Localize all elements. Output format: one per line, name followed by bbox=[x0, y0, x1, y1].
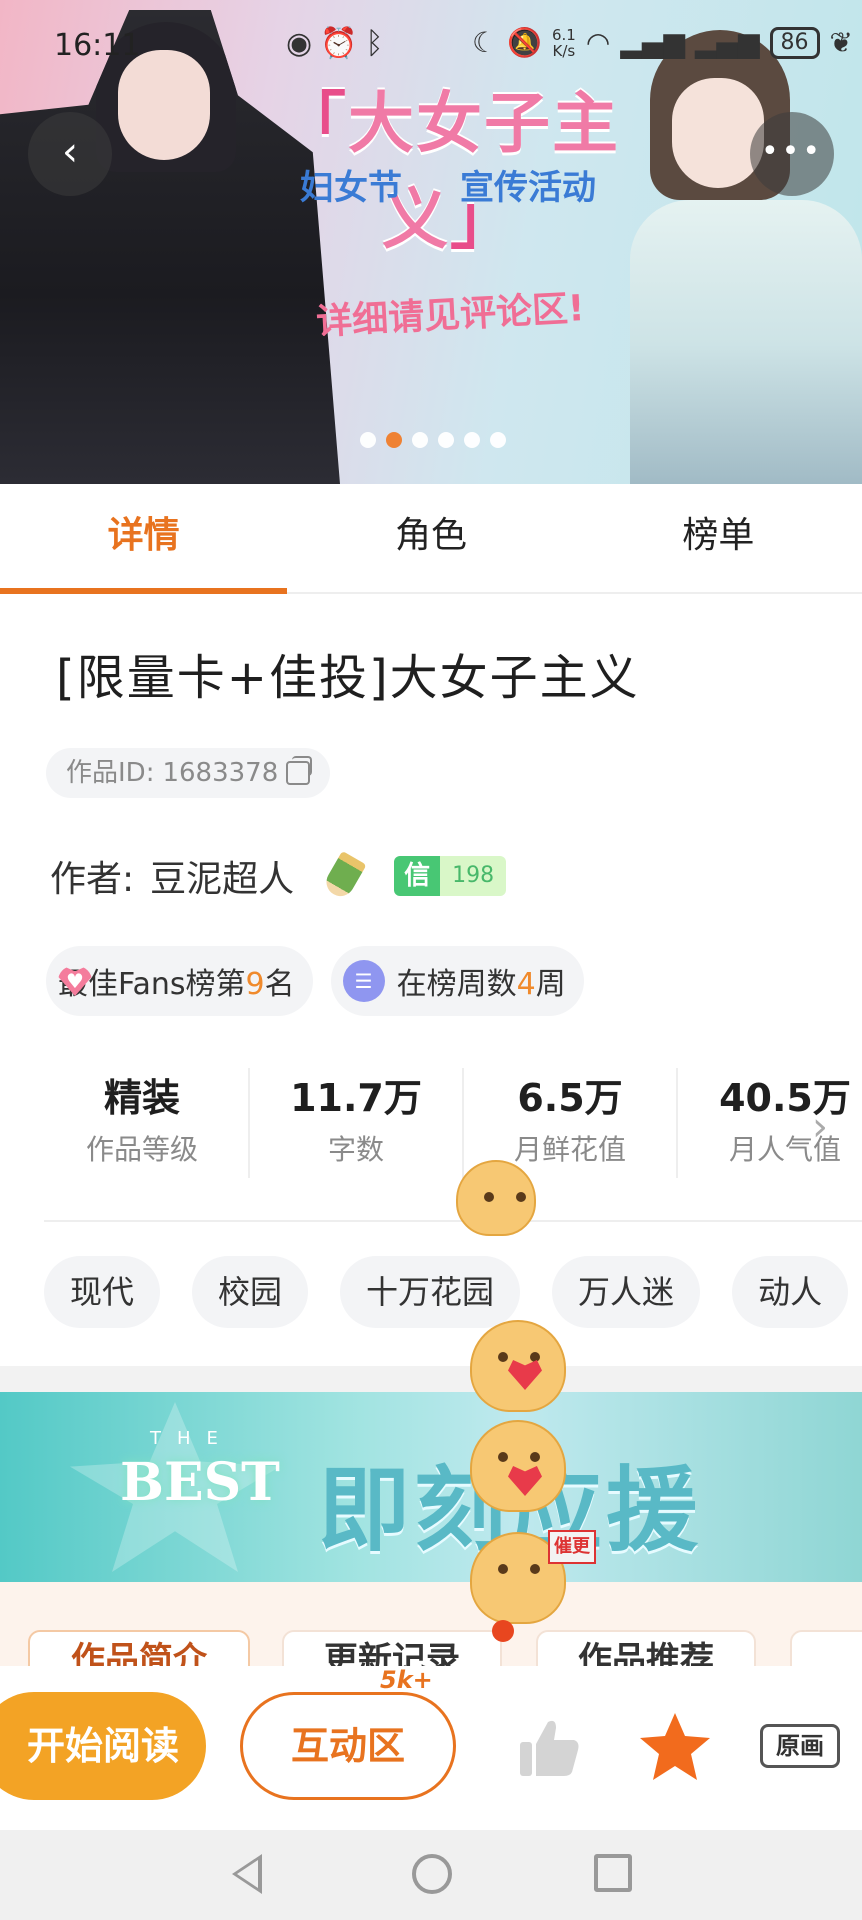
detail-tabs: 详情 角色 榜单 bbox=[0, 484, 862, 594]
start-reading-button[interactable]: 开始阅读 bbox=[0, 1692, 206, 1800]
stat-value: 40.5万 bbox=[719, 1076, 851, 1120]
bottom-action-bar: 开始阅读 互动区 5k+ 原画 bbox=[0, 1666, 862, 1830]
status-icons-left: ◉⏰ᛒ bbox=[286, 26, 392, 61]
eye-icon: ◉ bbox=[286, 26, 321, 61]
stat-word-count: 11.7万 字数 bbox=[250, 1068, 464, 1178]
bluetooth-icon: ᛒ bbox=[365, 26, 392, 61]
sub-tab-more[interactable] bbox=[790, 1630, 862, 1666]
pencil-icon bbox=[321, 850, 367, 902]
sub-tab-recommend[interactable]: 作品推荐 bbox=[536, 1630, 756, 1666]
carousel-dot[interactable] bbox=[360, 432, 376, 448]
credit-label: 信 bbox=[394, 856, 441, 896]
author-name[interactable]: 豆泥超人 bbox=[150, 850, 294, 902]
carousel-dot[interactable] bbox=[464, 432, 480, 448]
divider bbox=[44, 1220, 862, 1222]
tab-rankings[interactable]: 榜单 bbox=[575, 484, 862, 592]
banner-subtitle-left: 妇女节 bbox=[300, 168, 402, 208]
stat-value: 11.7万 bbox=[290, 1076, 422, 1120]
promo-the-text: THE bbox=[150, 1428, 234, 1449]
promo-best-text: BEST bbox=[120, 1452, 280, 1513]
tag-item[interactable]: 动人 bbox=[732, 1256, 849, 1328]
stat-monthly-popularity: 40.5万 月人气值 bbox=[678, 1068, 862, 1178]
stat-value: 精装 bbox=[103, 1076, 180, 1120]
stat-label: 字数 bbox=[327, 1133, 384, 1166]
work-title: [限量卡+佳投]大女子主义 bbox=[56, 650, 640, 706]
author-label: 作者: bbox=[50, 859, 135, 900]
banner-note: 详细请见评论区! bbox=[315, 287, 586, 343]
tab-characters[interactable]: 角色 bbox=[287, 484, 574, 592]
status-time: 16:11 bbox=[54, 28, 141, 63]
weeks-on-list-text: 在榜周数4周 bbox=[396, 967, 566, 1002]
tag-item[interactable]: 校园 bbox=[192, 1256, 309, 1328]
stat-value: 6.5万 bbox=[517, 1076, 623, 1120]
tag-item[interactable]: 现代 bbox=[44, 1256, 161, 1328]
work-id-value: 1683378 bbox=[162, 758, 279, 788]
fans-rank-chip[interactable]: ♥ 最佳Fans榜第9名 bbox=[46, 946, 313, 1016]
fans-rank-text: 最佳Fans榜第9名 bbox=[58, 967, 295, 1002]
credit-badge[interactable]: 信 198 bbox=[394, 856, 507, 896]
banner-carousel[interactable]: 「大女子主义」 妇女节 宣传活动 详细请见评论区! 16:11 ◉⏰ᛒ ☾ 🔕 … bbox=[0, 0, 862, 484]
nav-home-icon[interactable] bbox=[412, 1854, 452, 1894]
carousel-dot[interactable] bbox=[412, 432, 428, 448]
moon-icon: ☾ bbox=[472, 26, 498, 59]
leaf-icon: ❦ bbox=[829, 26, 853, 59]
status-icons-right: ☾ 🔕 6.1 K/s ◠ ▂▄▆ ▂▄▆ 86 ❦ bbox=[472, 26, 853, 59]
carousel-indicator bbox=[360, 432, 506, 448]
tab-details[interactable]: 详情 bbox=[0, 484, 288, 594]
signal-icon: ▂▄▆ bbox=[620, 26, 685, 59]
dog-sticker-icon bbox=[456, 1160, 536, 1236]
stat-label: 作品等级 bbox=[85, 1133, 198, 1166]
net-speed: 6.1 K/s bbox=[551, 25, 576, 60]
stats-row[interactable]: 精装 作品等级 11.7万 字数 6.5万 月鲜花值 40.5万 月人气值 bbox=[36, 1068, 862, 1178]
stat-grade: 精装 作品等级 bbox=[36, 1068, 250, 1178]
thumbs-up-icon[interactable] bbox=[518, 1716, 582, 1780]
weeks-on-list-chip[interactable]: ☰ 在榜周数4周 bbox=[330, 946, 584, 1016]
list-icon: ☰ bbox=[342, 960, 385, 1002]
wifi-icon: ◠ bbox=[585, 26, 611, 59]
section-gap bbox=[0, 1366, 862, 1392]
interaction-zone-button[interactable]: 互动区 bbox=[240, 1692, 456, 1800]
support-promo-banner[interactable]: THE BEST 即刻应援 bbox=[0, 1392, 862, 1582]
work-id-label: 作品ID: bbox=[66, 758, 155, 788]
more-horizontal-icon: ••• bbox=[760, 134, 824, 169]
tag-item[interactable]: 万人迷 bbox=[552, 1256, 701, 1328]
back-button[interactable]: ‹ bbox=[28, 112, 112, 196]
more-button[interactable]: ••• bbox=[750, 112, 834, 196]
copy-icon[interactable] bbox=[286, 756, 313, 785]
original-art-button[interactable]: 原画 bbox=[760, 1724, 840, 1768]
battery-icon: 86 bbox=[769, 26, 820, 59]
tag-list: 现代 校园 十万花园 万人迷 动人 bbox=[44, 1256, 862, 1328]
rank-chip-row: ♥ 最佳Fans榜第9名 ☰ 在榜周数4周 bbox=[46, 946, 584, 1016]
tag-item[interactable]: 十万花园 bbox=[340, 1256, 521, 1328]
chevron-left-icon: ‹ bbox=[62, 129, 78, 175]
sub-tab-strip: 作品简介 更新记录 作品推荐 bbox=[0, 1582, 862, 1666]
sub-tab-synopsis[interactable]: 作品简介 bbox=[28, 1630, 250, 1666]
status-bar: 16:11 ◉⏰ᛒ ☾ 🔕 6.1 K/s ◠ ▂▄▆ ▂▄▆ 86 ❦ bbox=[0, 0, 862, 90]
nav-recent-icon[interactable] bbox=[594, 1854, 632, 1892]
notification-dot bbox=[492, 1620, 514, 1642]
work-id-chip[interactable]: 作品ID: 1683378 bbox=[46, 748, 331, 798]
promo-cta-text: 即刻应援 bbox=[318, 1457, 703, 1564]
interaction-count-badge: 5k+ bbox=[380, 1666, 433, 1694]
alarm-icon: ⏰ bbox=[320, 26, 366, 61]
signal-icon-2: ▂▄▆ bbox=[694, 26, 760, 59]
star-icon[interactable] bbox=[638, 1710, 712, 1784]
sub-tab-updates[interactable]: 更新记录 bbox=[282, 1630, 502, 1666]
mute-icon: 🔕 bbox=[507, 26, 542, 59]
chevron-right-icon[interactable]: › bbox=[812, 1104, 828, 1150]
credit-value: 198 bbox=[440, 856, 507, 896]
banner-subtitle-right: 宣传活动 bbox=[460, 168, 596, 208]
carousel-dot[interactable] bbox=[490, 432, 506, 448]
carousel-dot[interactable] bbox=[438, 432, 454, 448]
stat-label: 月人气值 bbox=[728, 1133, 841, 1166]
nav-back-icon[interactable] bbox=[232, 1854, 262, 1894]
system-navigation-bar bbox=[0, 1830, 862, 1920]
carousel-dot[interactable] bbox=[386, 432, 402, 448]
author-row: 作者: 豆泥超人 信 198 bbox=[50, 850, 507, 902]
